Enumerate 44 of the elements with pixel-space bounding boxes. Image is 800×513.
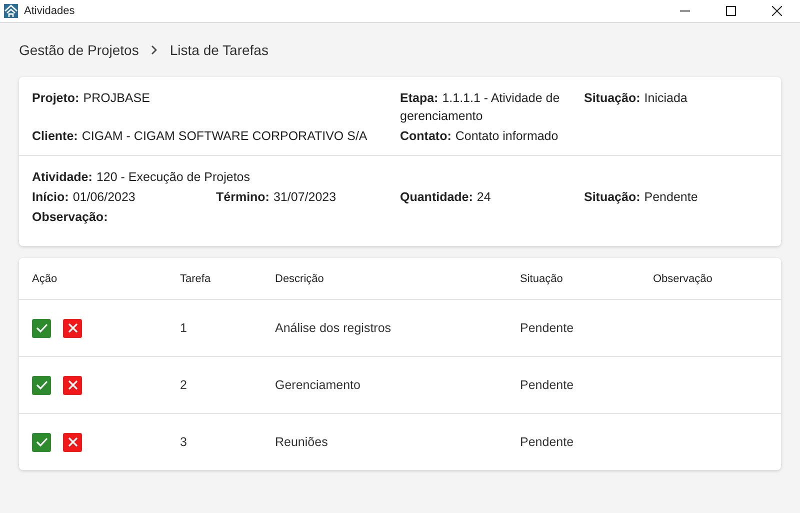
table-cell-text: Pendente bbox=[520, 435, 575, 449]
breadcrumb-item[interactable]: Gestão de Projetos bbox=[19, 42, 139, 58]
reject-button[interactable] bbox=[63, 432, 82, 452]
table-cell-text: Pendente bbox=[520, 321, 575, 335]
table-cell-text: 3 bbox=[180, 435, 188, 449]
check-icon bbox=[36, 437, 48, 447]
column-header: Descrição bbox=[275, 272, 325, 284]
check-icon bbox=[36, 380, 48, 390]
x-icon bbox=[68, 380, 78, 390]
reject-button[interactable] bbox=[63, 318, 82, 338]
info-field: Projeto: PROJBASE bbox=[32, 89, 400, 125]
info-field: Atividade: 120 - Execução de Projetos bbox=[32, 168, 768, 186]
info-field: Observação: bbox=[32, 208, 768, 226]
check-icon bbox=[36, 323, 48, 333]
approve-button[interactable] bbox=[32, 376, 51, 394]
info-field: Início: 01/06/2023 bbox=[32, 188, 216, 206]
close-icon[interactable] bbox=[772, 6, 782, 16]
column-header: Ação bbox=[32, 272, 58, 284]
breadcrumb-item: Lista de Tarefas bbox=[170, 42, 268, 58]
window-title: Atividades bbox=[24, 5, 75, 17]
info-field: Cliente: CIGAM - CIGAM SOFTWARE CORPORATIVO S/A bbox=[32, 127, 400, 145]
table-cell-text: 1 bbox=[180, 321, 188, 335]
info-field: Situação: Iniciada bbox=[584, 89, 768, 125]
table-cell-text: Pendente bbox=[520, 378, 575, 392]
info-field: Etapa: 1.1.1.1 - Atividade de gerenciamento bbox=[400, 89, 584, 125]
info-field: Situação: Pendente bbox=[584, 188, 768, 206]
reject-button[interactable] bbox=[63, 376, 82, 394]
maximize-icon[interactable] bbox=[726, 6, 736, 16]
table-cell-text: Gerenciamento bbox=[275, 378, 362, 392]
info-field: Término: 31/07/2023 bbox=[216, 188, 400, 206]
table-cell-text: 2 bbox=[180, 378, 188, 392]
x-icon bbox=[68, 437, 78, 447]
info-field: Contato: Contato informado bbox=[400, 127, 584, 145]
column-header: Observação bbox=[653, 272, 714, 284]
chevron-icon bbox=[150, 45, 158, 55]
table-cell-text: Análise dos registros bbox=[275, 321, 392, 335]
approve-button[interactable] bbox=[32, 318, 51, 338]
app-logo-icon bbox=[4, 4, 18, 18]
table-cell-text: Reuniões bbox=[275, 435, 329, 449]
approve-button[interactable] bbox=[32, 432, 51, 452]
column-header: Situação bbox=[520, 272, 564, 284]
column-header: Tarefa bbox=[180, 272, 212, 284]
info-field: Quantidade: 24 bbox=[400, 188, 584, 206]
x-icon bbox=[68, 323, 78, 333]
